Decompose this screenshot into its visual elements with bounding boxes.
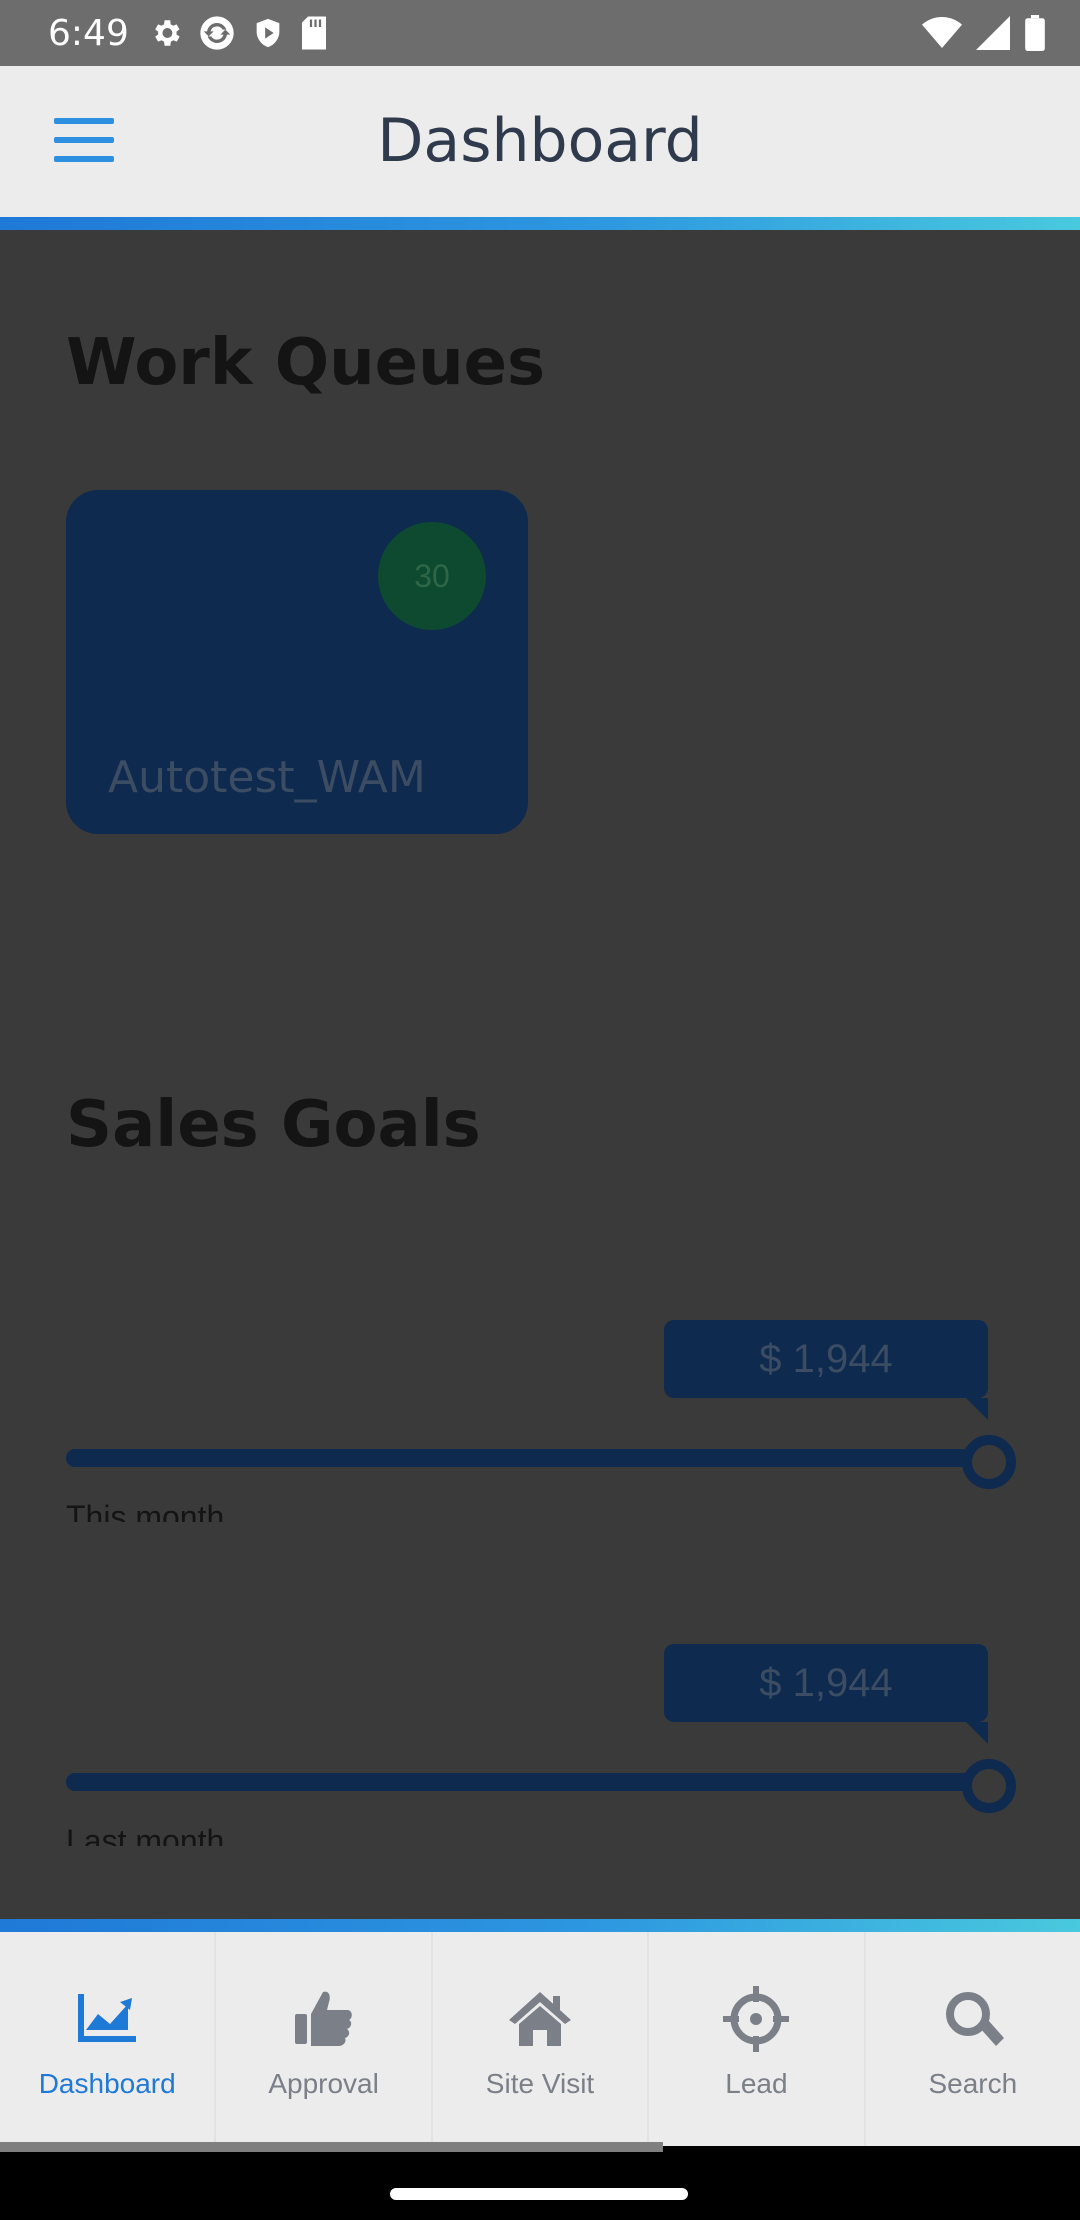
nav-label: Lead bbox=[725, 2068, 788, 2099]
goal-period-label: This month bbox=[66, 1500, 225, 1522]
goal-progress-track bbox=[66, 1773, 996, 1791]
nav-label: Search bbox=[928, 2068, 1018, 2099]
nav-label: Dashboard bbox=[38, 2068, 176, 2099]
sales-goals-title: Sales Goals bbox=[66, 1088, 481, 1162]
gesture-area bbox=[0, 2152, 1080, 2220]
battery-icon bbox=[1025, 15, 1045, 51]
bottom-nav: Dashboard Approval Site Visit Lead Searc… bbox=[0, 1932, 1080, 2146]
work-queue-card[interactable]: 30 Autotest_WAM bbox=[66, 490, 528, 834]
goal-period-label: Last month bbox=[66, 1824, 225, 1846]
queue-count-badge: 30 bbox=[378, 522, 486, 630]
wifi-icon bbox=[922, 17, 962, 48]
status-bar: 6:49 bbox=[0, 0, 1080, 66]
thumbs-up-icon bbox=[294, 1991, 352, 2046]
chart-trend-icon bbox=[78, 1994, 137, 2042]
signal-icon bbox=[976, 16, 1010, 50]
nav-item-search[interactable]: Search bbox=[866, 1932, 1080, 2146]
home-gesture-pill[interactable] bbox=[390, 2188, 688, 2200]
nav-label: Approval bbox=[268, 2068, 379, 2099]
goal-amount-bubble: $ 1,944 bbox=[664, 1644, 988, 1744]
goal-progress-thumb bbox=[962, 1435, 1016, 1489]
goal-progress-thumb bbox=[962, 1759, 1016, 1813]
nav-item-lead[interactable]: Lead bbox=[649, 1932, 866, 2146]
nav-item-dashboard[interactable]: Dashboard bbox=[0, 1932, 217, 2146]
queue-name: Autotest_WAM bbox=[108, 752, 426, 803]
goal-progress-track bbox=[66, 1449, 996, 1467]
crosshair-icon bbox=[723, 1986, 790, 2052]
dashboard-content: Work Queues 30 Autotest_WAM Sales Goals … bbox=[0, 230, 1080, 1920]
goal-amount-bubble: $ 1,944 bbox=[664, 1320, 988, 1420]
nav-item-site-visit[interactable]: Site Visit bbox=[433, 1932, 650, 2146]
page-title: Dashboard bbox=[377, 106, 703, 176]
header-accent-bar bbox=[0, 217, 1080, 230]
search-icon bbox=[945, 1992, 1004, 2046]
scroll-indicator bbox=[0, 2142, 663, 2152]
app-header: Dashboard bbox=[0, 66, 1080, 218]
sync-icon bbox=[200, 16, 234, 50]
work-queues-title: Work Queues bbox=[66, 326, 546, 400]
sd-card-icon bbox=[301, 16, 326, 50]
status-time: 6:49 bbox=[48, 12, 129, 54]
shield-icon bbox=[256, 18, 280, 48]
nav-item-approval[interactable]: Approval bbox=[216, 1932, 433, 2146]
gear-icon bbox=[155, 20, 180, 46]
nav-accent-bar bbox=[0, 1919, 1080, 1932]
home-icon bbox=[509, 1992, 572, 2046]
nav-label: Site Visit bbox=[485, 2068, 595, 2099]
